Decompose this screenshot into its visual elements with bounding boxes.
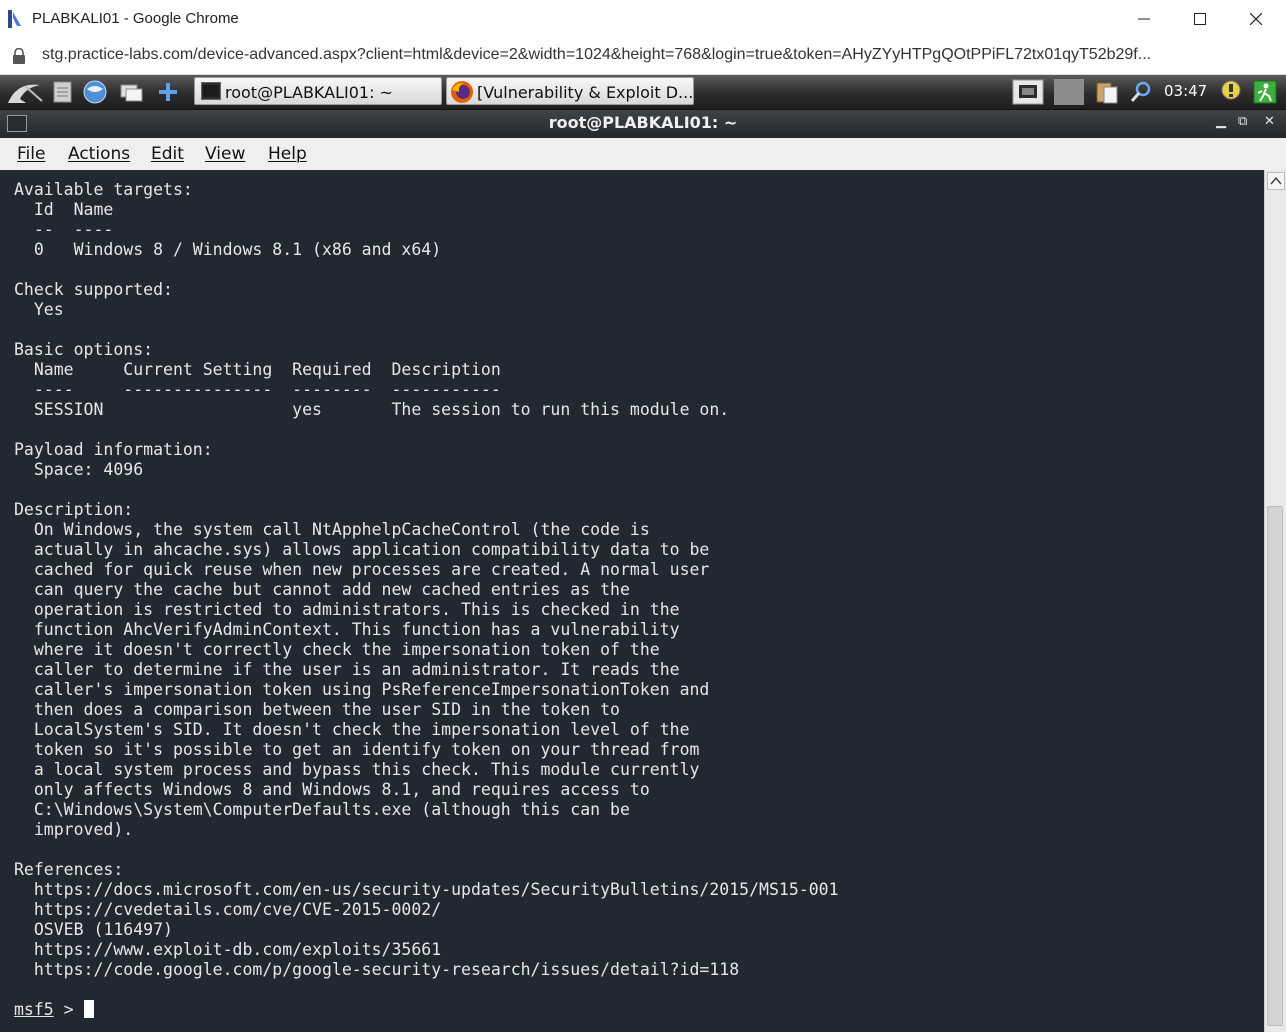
scroll-up-button[interactable] — [1267, 172, 1285, 190]
menu-file[interactable]: File — [17, 144, 45, 164]
scroll-thumb[interactable] — [1267, 506, 1283, 1026]
terminal-menu-bar: File Actions Edit View Help — [0, 138, 1286, 171]
notification-icon[interactable] — [1218, 79, 1244, 105]
terminal-title: root@PLABKALI01: ~ — [548, 113, 738, 132]
desktop-taskbar: root@PLABKALI01: ~ [Vulnerability & Expl… — [0, 75, 1286, 110]
task-firefox[interactable]: [Vulnerability & Exploit D... — [446, 77, 694, 105]
firefox-icon — [450, 80, 474, 109]
browser-icon[interactable] — [82, 79, 108, 105]
logout-icon[interactable] — [1252, 79, 1278, 105]
minimize-icon — [1138, 18, 1150, 20]
remote-app-icon — [8, 10, 22, 28]
chevron-up-icon — [1270, 176, 1282, 185]
terminal-output: Available targets: Id Name -- ---- 0 Win… — [14, 180, 839, 979]
prompt-label: msf5 — [14, 1000, 54, 1019]
menu-actions[interactable]: Actions — [68, 144, 130, 164]
terminal-output-area[interactable]: Available targets: Id Name -- ---- 0 Win… — [0, 170, 1264, 1032]
menu-help[interactable]: Help — [268, 144, 307, 164]
browser-window-title: PLABKALI01 - Google Chrome — [32, 10, 239, 27]
clock: 03:47 — [1164, 82, 1208, 100]
terminal-restore-icon[interactable]: ⧉ — [1238, 114, 1247, 129]
url-text[interactable]: stg.practice-labs.com/device-advanced.as… — [42, 46, 1151, 64]
windows-icon[interactable] — [118, 79, 144, 105]
menu-view[interactable]: View — [205, 144, 245, 164]
command-prompt[interactable]: msf5 > — [14, 1000, 94, 1020]
address-bar[interactable]: stg.practice-labs.com/device-advanced.as… — [0, 38, 1286, 75]
task-label: [Vulnerability & Exploit D... — [477, 83, 694, 102]
minimize-button[interactable] — [1116, 0, 1172, 38]
maximize-button[interactable] — [1172, 0, 1228, 38]
terminal-icon — [201, 82, 221, 105]
lock-icon — [12, 47, 26, 69]
terminal-scrollbar[interactable] — [1264, 170, 1286, 1032]
text-cursor — [83, 1000, 94, 1018]
close-button[interactable] — [1228, 0, 1284, 38]
add-icon[interactable] — [155, 79, 181, 105]
monitor-icon[interactable] — [1012, 79, 1044, 105]
terminal-title-bar: root@PLABKALI01: ~ ▁ ⧉ ✕ — [0, 110, 1286, 138]
task-terminal[interactable]: root@PLABKALI01: ~ — [194, 77, 442, 105]
close-icon — [1250, 13, 1262, 25]
maximize-icon — [1194, 13, 1206, 25]
menu-edit[interactable]: Edit — [151, 144, 184, 164]
workspace-icon[interactable] — [1054, 79, 1084, 105]
files-icon[interactable] — [50, 79, 76, 105]
clipboard-icon[interactable] — [1094, 79, 1120, 105]
terminal-close-icon[interactable]: ✕ — [1264, 114, 1275, 129]
browser-title-bar: PLABKALI01 - Google Chrome — [0, 0, 1286, 39]
search-icon[interactable] — [1128, 79, 1154, 105]
prompt-symbol: > — [53, 1000, 84, 1019]
terminal-minimize-icon[interactable]: ▁ — [1216, 114, 1226, 129]
kali-menu-icon[interactable] — [6, 79, 44, 105]
task-label: root@PLABKALI01: ~ — [225, 83, 393, 102]
